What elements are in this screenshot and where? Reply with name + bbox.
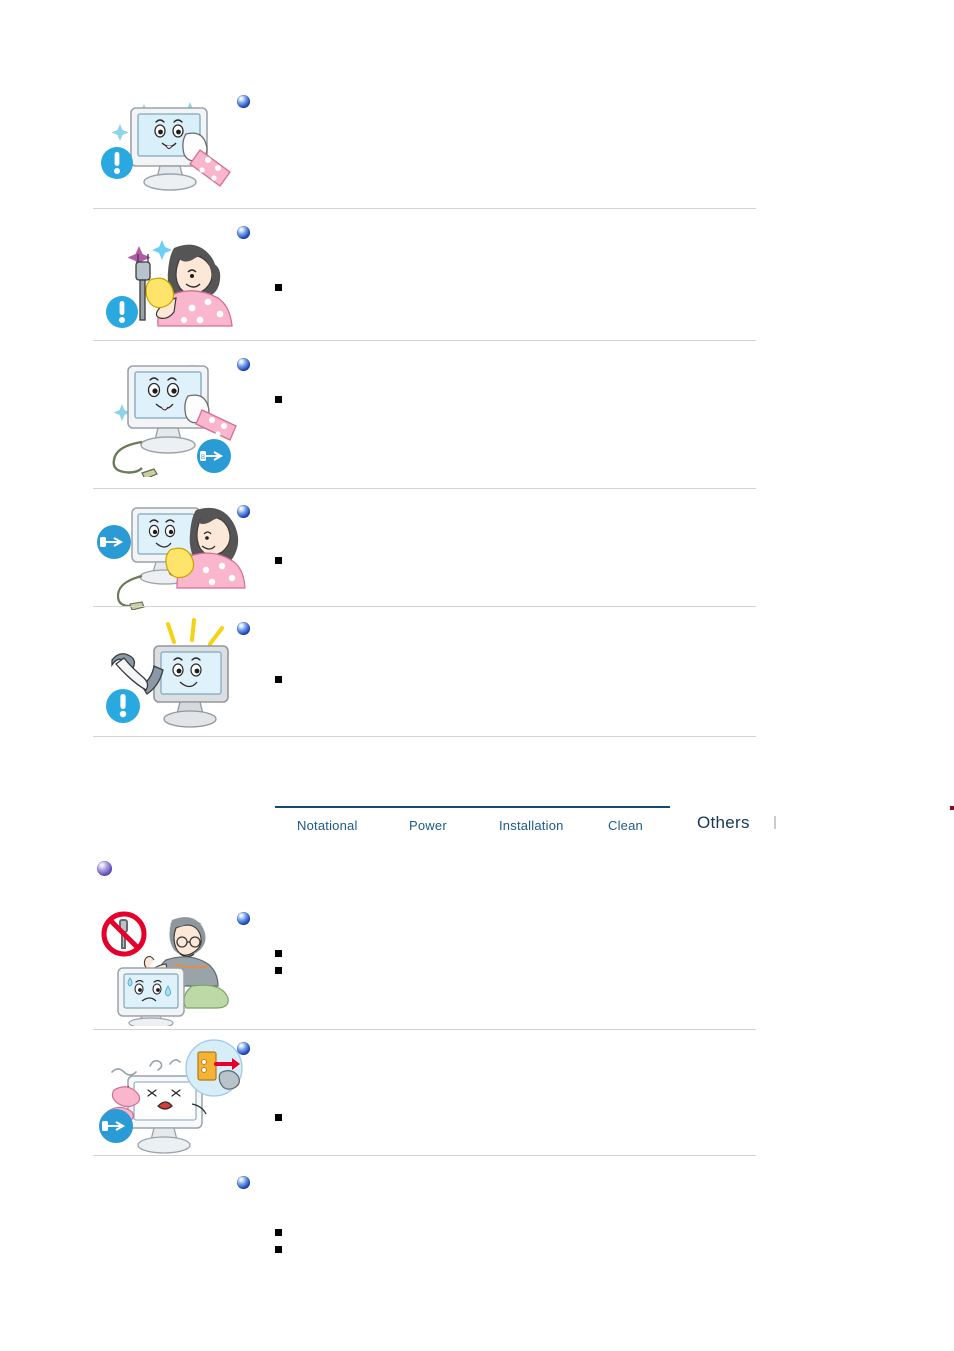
tabbar-active-rule: [950, 806, 954, 810]
section-divider: [93, 1155, 756, 1156]
item-marker-sphere: [237, 622, 250, 635]
bullet-dot: [275, 967, 282, 974]
section-divider: [93, 736, 756, 737]
bullet-dot: [275, 676, 282, 683]
tab-clean[interactable]: Clean: [608, 818, 643, 833]
illustration-monitor-smoke-unplug-power: [96, 1038, 246, 1156]
item-marker-sphere: [237, 505, 250, 518]
section-marker-sphere: [97, 861, 112, 876]
tab-installation[interactable]: Installation: [499, 818, 564, 833]
section-divider: [93, 208, 756, 209]
tab-others[interactable]: Others: [697, 813, 750, 833]
tab-notational[interactable]: Notational: [297, 818, 358, 833]
item-marker-sphere: [237, 358, 250, 371]
illustration-monitor-unplugged-wipe-cloth: B: [96, 352, 241, 477]
illustration-telephone-call-service-center: [96, 618, 246, 738]
item-marker-sphere: [237, 1176, 250, 1189]
bullet-dot: [275, 1246, 282, 1253]
bullet-dot: [275, 950, 282, 957]
item-marker-sphere: [237, 1042, 250, 1055]
bullet-dot: [275, 1114, 282, 1121]
manual-page: B Notational Power Installation Clean Ot…: [0, 0, 954, 1351]
tabbar-end-tick: [774, 816, 776, 829]
tab-power[interactable]: Power: [409, 818, 447, 833]
item-marker-sphere: [237, 912, 250, 925]
tabbar-rule: [275, 806, 670, 808]
bullet-dot: [275, 284, 282, 291]
illustration-person-cleaning-plug-prongs: [96, 222, 236, 332]
item-marker-sphere: [237, 226, 250, 239]
illustration-monitor-wipe-screen-with-cloth: [96, 86, 236, 196]
item-marker-sphere: [237, 95, 250, 108]
bullet-dot: [275, 557, 282, 564]
bullet-dot: [275, 396, 282, 403]
bullet-dot: [275, 1229, 282, 1236]
illustration-person-wiping-monitor-unplug-badge: [96, 498, 246, 610]
section-divider: [93, 1029, 756, 1030]
svg-text:B: B: [201, 455, 205, 461]
section-divider: [93, 340, 756, 341]
section-divider: [93, 606, 756, 607]
safety-tabs[interactable]: Notational Power Installation Clean Othe…: [275, 806, 954, 850]
illustration-do-not-disassemble-no-screwdriver: [96, 908, 246, 1026]
section-divider: [93, 488, 756, 489]
